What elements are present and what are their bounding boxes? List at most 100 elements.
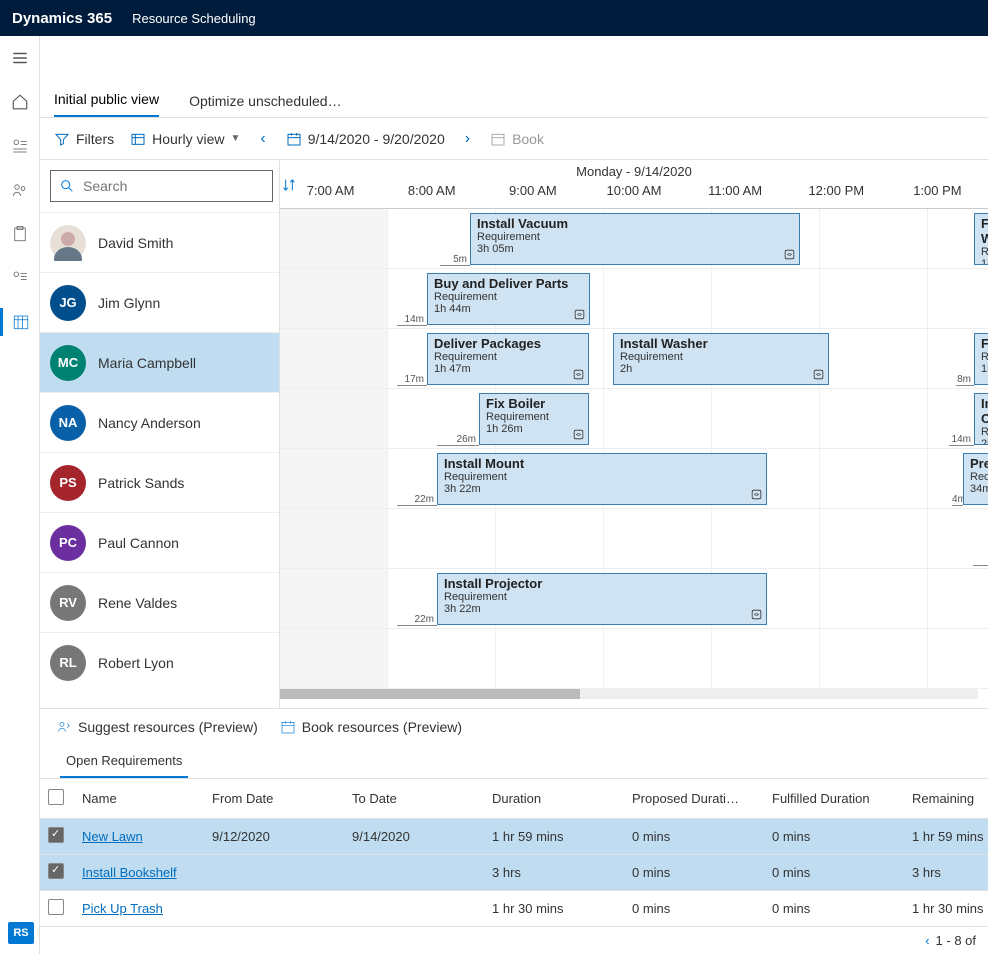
home-icon[interactable] <box>0 88 40 116</box>
filters-label: Filters <box>76 131 114 147</box>
travel-time-label: 5m <box>440 254 470 266</box>
rail-profile-badge[interactable]: RS <box>8 922 34 944</box>
resource-name: Paul Cannon <box>98 535 179 551</box>
requirements-tabstrip: Open Requirements <box>40 745 988 778</box>
booking-subtitle: Requirement <box>981 246 988 258</box>
resource-item[interactable]: NA Nancy Anderson <box>40 392 279 452</box>
row-checkbox[interactable] <box>48 899 64 915</box>
column-header[interactable]: Proposed Durati… <box>624 779 764 819</box>
requirement-name-link[interactable]: Pick Up Trash <box>82 901 163 916</box>
row-checkbox[interactable] <box>48 827 64 843</box>
travel-time-label: 17m <box>397 374 427 386</box>
resource-item[interactable]: PSPatrick Sands <box>40 452 279 512</box>
resource-search-input[interactable] <box>83 178 264 194</box>
app-bar: Dynamics 365 Resource Scheduling <box>0 0 988 36</box>
booking-subtitle: Requirement <box>981 351 988 363</box>
from-date-cell <box>204 891 344 927</box>
avatar: PC <box>50 525 86 561</box>
column-header[interactable]: Duration <box>484 779 624 819</box>
column-header[interactable]: Fulfilled Duration <box>764 779 904 819</box>
resource-name: Patrick Sands <box>98 475 184 491</box>
booking-card[interactable]: Prevent…Requirement34m <box>963 453 988 505</box>
schedule-grid[interactable]: Monday - 9/14/2020 7:00 AM8:00 AM9:00 AM… <box>280 160 988 708</box>
booking-duration: 1h 44m <box>434 303 583 315</box>
schedule-row[interactable]: 26mFix BoilerRequirement1h 26m14mInstall… <box>280 389 988 449</box>
time-header-cell: 9:00 AM <box>482 183 583 208</box>
remaining-cell: 1 hr 30 mins <box>904 891 988 927</box>
tab-open-requirements[interactable]: Open Requirements <box>60 745 188 778</box>
booking-title: Install Vacuum <box>477 216 793 231</box>
booking-duration: 1h 03m <box>981 258 988 265</box>
filters-button[interactable]: Filters <box>54 131 114 147</box>
travel-time-label: 26m <box>437 434 479 446</box>
requirement-row[interactable]: Install Bookshelf3 hrs0 mins0 mins3 hrs <box>40 855 988 891</box>
schedule-row[interactable]: 14mBuy and Deliver PartsRequirement1h 44… <box>280 269 988 329</box>
pager-prev-button[interactable]: ‹ <box>925 933 929 948</box>
booking-card[interactable]: Fix WasherRequirement1h 03m <box>974 213 988 265</box>
column-header[interactable]: Name <box>74 779 204 819</box>
column-header[interactable]: From Date <box>204 779 344 819</box>
booking-card[interactable]: Deliver PackagesRequirement1h 47m <box>427 333 589 385</box>
schedule-row[interactable]: 5mInstall VacuumRequirement3h 05m Fix Was… <box>280 209 988 269</box>
requirement-row[interactable]: New Lawn9/12/20209/14/20201 hr 59 mins0 … <box>40 819 988 855</box>
hamburger-icon[interactable] <box>0 44 40 72</box>
resource-name: Nancy Anderson <box>98 415 201 431</box>
prev-week-button[interactable]: ‹ <box>256 130 269 148</box>
booking-subtitle: Requirement <box>486 411 582 423</box>
schedule-row[interactable]: 17mDeliver PackagesRequirement1h 47m Inst… <box>280 329 988 389</box>
horizontal-scrollbar[interactable] <box>280 689 978 699</box>
booking-title: Fix Boiler <box>486 396 582 411</box>
resource-item[interactable]: PC Paul Cannon <box>40 512 279 572</box>
resource-item[interactable]: JGJim Glynn <box>40 272 279 332</box>
person-details-icon[interactable] <box>0 264 40 292</box>
requirement-name-link[interactable]: Install Bookshelf <box>82 865 177 880</box>
view-mode-dropdown[interactable]: Hourly view ▼ <box>130 131 240 147</box>
resource-name: David Smith <box>98 235 173 251</box>
proposed-cell: 0 mins <box>624 819 764 855</box>
time-header-cell: 10:00 AM <box>583 183 684 208</box>
resource-item[interactable]: MCMaria Campbell <box>40 332 279 392</box>
booking-title: Fix Engine <box>981 336 988 351</box>
resource-item[interactable]: RVRene Valdes <box>40 572 279 632</box>
resource-search-box[interactable] <box>50 170 273 202</box>
people-list-icon[interactable] <box>0 132 40 160</box>
booking-card[interactable]: Install VacuumRequirement3h 05m <box>470 213 800 265</box>
view-tab[interactable]: Optimize unscheduled… <box>189 93 342 117</box>
requirement-row[interactable]: Pick Up Trash1 hr 30 mins0 mins0 mins1 h… <box>40 891 988 927</box>
booking-card[interactable]: Install OvenRequirement2h 14m <box>974 393 988 445</box>
resource-item[interactable]: David Smith <box>40 212 279 272</box>
avatar: NA <box>50 405 86 441</box>
clipboard-icon[interactable] <box>0 220 40 248</box>
select-all-checkbox[interactable] <box>48 789 64 805</box>
time-header-cell: 8:00 AM <box>381 183 482 208</box>
booking-subtitle: Requirement <box>444 471 760 483</box>
schedule-row[interactable]: 22mInstall ProjectorRequirement3h 22m <box>280 569 988 629</box>
book-resources-button[interactable]: Book resources (Preview) <box>280 719 462 735</box>
booking-card[interactable]: Install WasherRequirement2h <box>613 333 829 385</box>
schedule-row[interactable]: 22mInstall MountRequirement3h 22m4mPreve… <box>280 449 988 509</box>
schedule-row[interactable] <box>280 629 988 689</box>
view-tab[interactable]: Initial public view <box>54 91 159 117</box>
booking-card[interactable]: Install MountRequirement3h 22m <box>437 453 767 505</box>
booking-duration: 2h <box>620 363 822 375</box>
booking-card[interactable]: Fix BoilerRequirement1h 26m <box>479 393 589 445</box>
time-header-cell: 11:00 AM <box>685 183 786 208</box>
booking-card[interactable]: Install ProjectorRequirement3h 22m <box>437 573 767 625</box>
resource-item[interactable]: RLRobert Lyon <box>40 632 279 692</box>
schedule-board-icon[interactable] <box>0 308 40 336</box>
requirement-name-link[interactable]: New Lawn <box>82 829 143 844</box>
row-checkbox[interactable] <box>48 863 64 879</box>
time-header-cell: 7:00 AM <box>280 183 381 208</box>
column-header[interactable]: Remaining <box>904 779 988 819</box>
schedule-row[interactable]: 28m <box>280 509 988 569</box>
date-range-picker[interactable]: 9/14/2020 - 9/20/2020 <box>286 131 445 147</box>
suggest-resources-button[interactable]: Suggest resources (Preview) <box>56 719 258 735</box>
booking-card[interactable]: Buy and Deliver PartsRequirement1h 44m <box>427 273 590 325</box>
people-icon[interactable] <box>0 176 40 204</box>
booking-card[interactable]: Fix EngineRequirement1h 08m <box>974 333 988 385</box>
pager-range: 1 - 8 of <box>936 933 976 948</box>
next-week-button[interactable]: › <box>461 130 474 148</box>
column-header[interactable]: To Date <box>344 779 484 819</box>
time-header-cell: 1:00 PM <box>887 183 988 208</box>
booking-duration: 1h 26m <box>486 423 582 435</box>
